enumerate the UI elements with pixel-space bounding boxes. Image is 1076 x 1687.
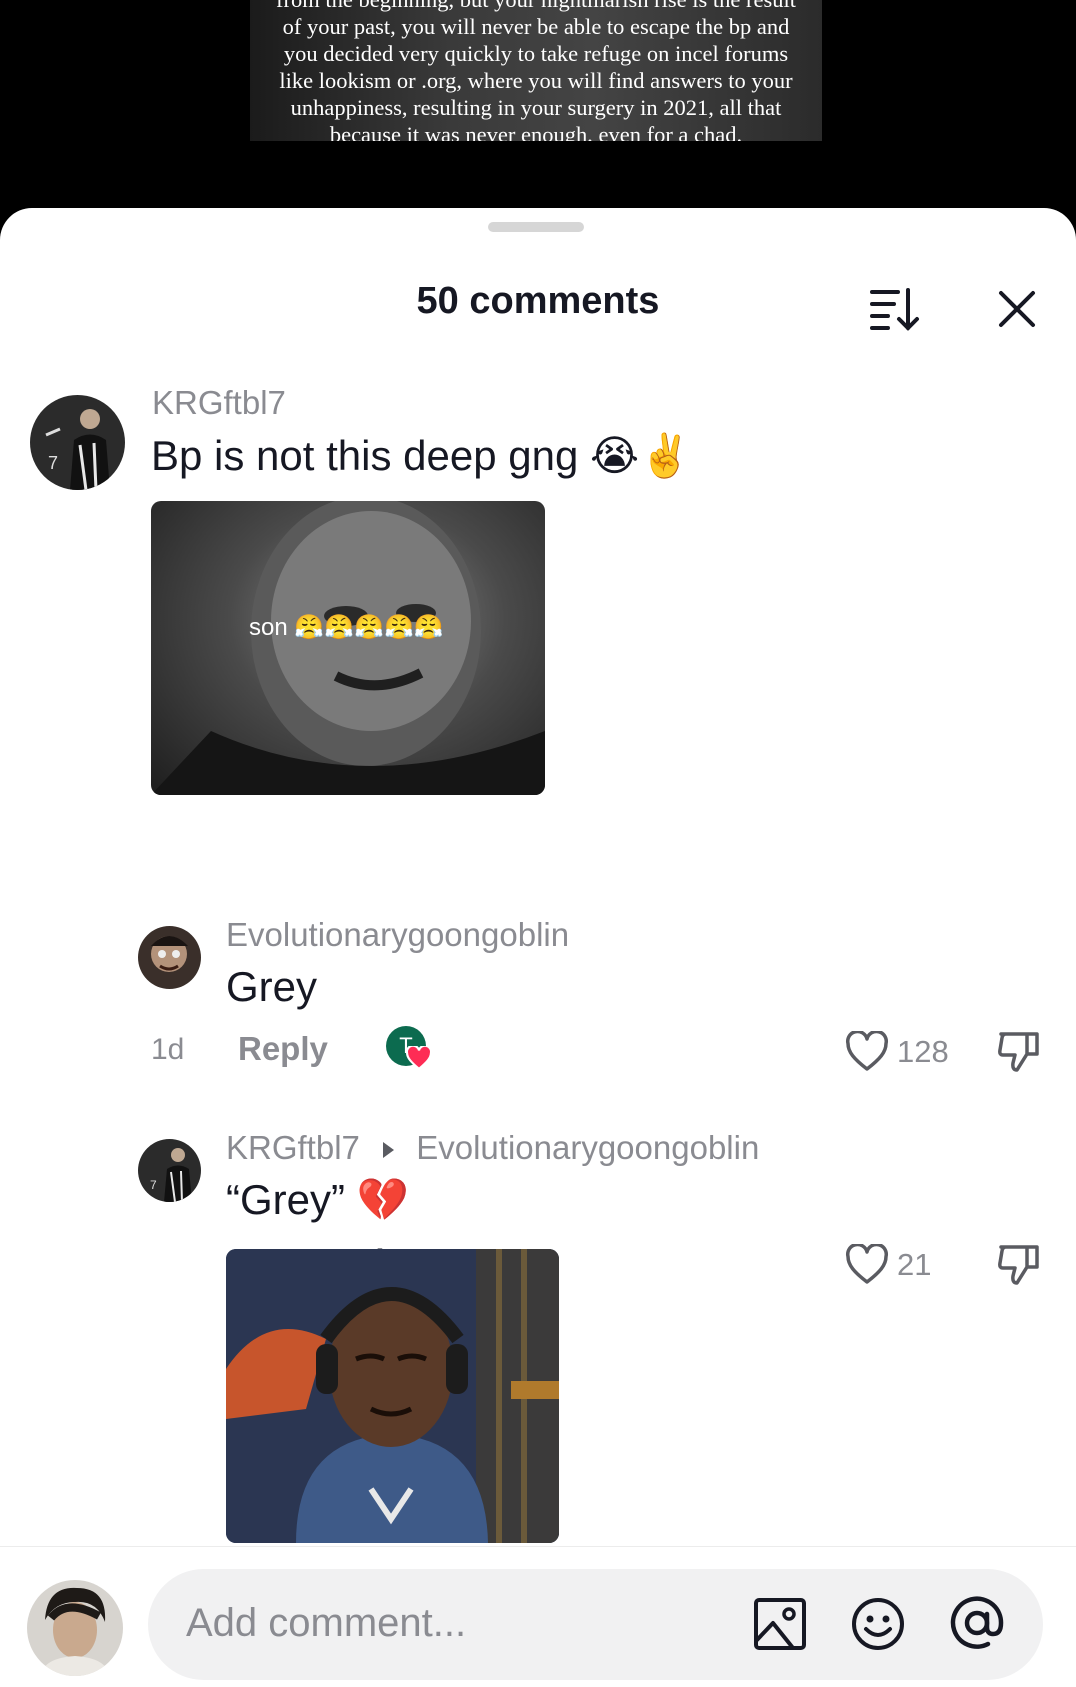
- like-count: 128: [897, 1034, 949, 1069]
- video-background[interactable]: from the beginning, but your nightmarish…: [0, 0, 1076, 230]
- like-button[interactable]: 128: [845, 1029, 949, 1075]
- current-user-avatar[interactable]: [27, 1580, 123, 1676]
- like-count: 21: [897, 1247, 932, 1282]
- comment-username[interactable]: Evolutionarygoongoblin: [226, 916, 569, 954]
- comment-text: Grey: [226, 963, 318, 1010]
- avatar[interactable]: 7: [138, 1139, 201, 1202]
- comment-text: Bp is not this deep gng 😭✌️: [151, 432, 692, 479]
- meme-face-illustration: [151, 501, 545, 795]
- avatar[interactable]: 7: [30, 395, 125, 490]
- svg-text:7: 7: [48, 453, 58, 473]
- sort-icon[interactable]: [868, 286, 920, 332]
- comment-text: “Grey” 💔: [226, 1176, 409, 1223]
- streamer-photo-illustration: [226, 1249, 559, 1543]
- add-comment-placeholder: Add comment...: [186, 1601, 467, 1645]
- reply-arrow-icon: [383, 1142, 395, 1159]
- image-icon[interactable]: [753, 1597, 807, 1651]
- reply-target[interactable]: Evolutionarygoongoblin: [416, 1129, 759, 1166]
- mention-icon[interactable]: [950, 1596, 1004, 1650]
- emoji-icon[interactable]: [851, 1597, 905, 1651]
- heart-outline-icon: [846, 1031, 888, 1071]
- comment-composer-bar: Add comment...: [0, 1546, 1076, 1687]
- comments-sheet: 50 comments 7 KRGftbl7 Bp is not this de…: [0, 208, 1076, 1687]
- reply-button[interactable]: Reply: [238, 1030, 328, 1068]
- comment-username[interactable]: KRGftbl7 Evolutionarygoongoblin: [226, 1129, 759, 1167]
- comment-media-image[interactable]: son 😤😤😤😤😤: [151, 501, 545, 795]
- creator-liked-badge: T: [386, 1026, 432, 1072]
- video-caption-card: from the beginning, but your nightmarish…: [250, 0, 822, 141]
- media-caption: son 😤😤😤😤😤: [249, 614, 444, 641]
- caption-line: of your past, you will never be able to …: [282, 14, 790, 39]
- heart-badge-icon: [406, 1046, 432, 1070]
- svg-text:7: 7: [150, 1178, 157, 1192]
- heart-outline-icon: [846, 1244, 888, 1284]
- comment-username[interactable]: KRGftbl7: [152, 384, 286, 422]
- like-button[interactable]: 21: [845, 1242, 931, 1288]
- caption-line: because it was never enough, even for a …: [329, 122, 743, 141]
- comment-timestamp: 1d: [151, 1033, 185, 1066]
- drag-handle[interactable]: [488, 222, 584, 232]
- caption-line: like lookism or .org, where you will fin…: [279, 68, 793, 93]
- add-comment-input[interactable]: Add comment...: [148, 1569, 1043, 1680]
- reply-author[interactable]: KRGftbl7: [226, 1129, 360, 1166]
- caption-line: from the beginning, but your nightmarish…: [250, 0, 822, 13]
- caption-line: unhappiness, resulting in your surgery i…: [290, 95, 782, 120]
- thumbs-down-icon[interactable]: [997, 1241, 1041, 1287]
- thumbs-down-icon[interactable]: [997, 1028, 1041, 1074]
- caption-line: you decided very quickly to take refuge …: [283, 41, 789, 66]
- comment-media-image[interactable]: [226, 1249, 559, 1543]
- close-icon[interactable]: [996, 288, 1038, 330]
- avatar[interactable]: [138, 926, 201, 989]
